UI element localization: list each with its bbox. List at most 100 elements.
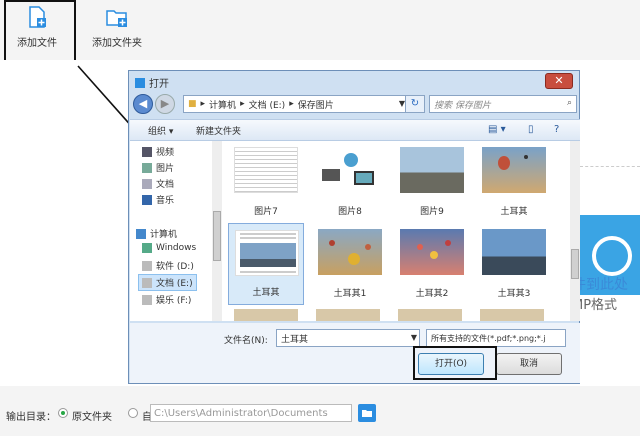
- nav-item-video[interactable]: 视频: [142, 145, 174, 158]
- nav-scrollbar[interactable]: [212, 141, 222, 321]
- eye-icon: [592, 236, 632, 276]
- help-icon[interactable]: ?: [554, 124, 559, 135]
- address-row: ◀ ▶ ■ ▸ 计算机 ▸ 文档 (E:) ▸ 保存图片 ▼ ↻ 搜索 保存图片…: [133, 93, 577, 115]
- nav-item-label: Windows: [156, 243, 197, 253]
- address-bar[interactable]: ■ ▸ 计算机 ▸ 文档 (E:) ▸ 保存图片: [183, 95, 421, 113]
- nav-item-windows[interactable]: Windows: [142, 243, 196, 253]
- nav-item-drive-f[interactable]: 娱乐 (F:): [142, 293, 191, 306]
- file-name: 图片7: [254, 207, 278, 217]
- music-icon: [142, 194, 152, 205]
- nav-item-label: 图片: [156, 164, 175, 174]
- file-item[interactable]: 图片7: [228, 141, 304, 223]
- drive-icon: [142, 277, 152, 288]
- file-grid-scrollbar[interactable]: [570, 141, 580, 321]
- file-name: 土耳其2: [415, 289, 449, 299]
- file-item[interactable]: 土耳其1: [312, 223, 388, 305]
- dropzone-hint: 件到此处: [572, 277, 628, 293]
- video-icon: [142, 146, 152, 157]
- nav-item-label: 音乐: [156, 196, 175, 206]
- nav-item-computer[interactable]: 计算机: [136, 227, 177, 240]
- windows-drive-icon: [142, 243, 152, 253]
- file-item[interactable]: 图片9: [394, 141, 470, 223]
- file-item[interactable]: 土耳其: [476, 141, 552, 223]
- folder-icon: [362, 410, 372, 417]
- nav-scrollbar-thumb[interactable]: [213, 211, 221, 261]
- file-thumbnail: [482, 229, 546, 275]
- filename-label: 文件名(N):: [224, 336, 268, 346]
- search-icon: ⌕: [566, 98, 572, 108]
- dialog-titlebar: 打开: [135, 75, 169, 90]
- drive-icon: [142, 260, 152, 271]
- filename-row: 文件名(N): 土耳其 ▼ 所有支持的文件(*.pdf;*.png;*.j 打开…: [130, 323, 580, 383]
- file-thumbnail: [318, 229, 382, 275]
- output-path-input[interactable]: [150, 404, 352, 422]
- breadcrumb-folder[interactable]: 保存图片: [298, 98, 334, 111]
- filetype-select[interactable]: 所有支持的文件(*.pdf;*.png;*.j: [426, 329, 566, 347]
- file-grid-scrollbar-thumb[interactable]: [571, 249, 579, 279]
- open-file-dialog: 打开 ✕ ◀ ▶ ■ ▸ 计算机 ▸ 文档 (E:) ▸ 保存图片 ▼ ↻ 搜索…: [128, 70, 580, 384]
- file-thumbnail: [318, 147, 382, 193]
- refresh-button[interactable]: ↻: [405, 95, 425, 113]
- filetype-value: 所有支持的文件(*.pdf;*.png;*.j: [431, 334, 546, 343]
- nav-item-label: 娱乐 (F:): [156, 296, 192, 306]
- dialog-content: 视频 图片 文档 音乐 计算机 Windows 软件 (D:) 文档 (E:) …: [130, 141, 580, 321]
- radio-source-folder[interactable]: [58, 408, 68, 418]
- preview-pane-icon[interactable]: ▯: [528, 124, 534, 135]
- view-options-icon[interactable]: ▤ ▾: [488, 124, 506, 135]
- add-folder-icon: [106, 10, 127, 27]
- nav-pane: 视频 图片 文档 音乐 计算机 Windows 软件 (D:) 文档 (E:) …: [130, 141, 222, 321]
- breadcrumb-computer[interactable]: 计算机: [209, 98, 236, 111]
- nav-item-label: 文档 (E:): [156, 279, 193, 289]
- organize-menu[interactable]: 组织 ▾: [148, 124, 173, 137]
- breadcrumb-drive[interactable]: 文档 (E:): [249, 98, 286, 111]
- file-name: 图片9: [420, 207, 444, 217]
- dialog-title: 打开: [149, 79, 169, 90]
- browse-folder-button[interactable]: [358, 404, 376, 422]
- app-icon: [135, 77, 145, 88]
- back-button[interactable]: ◀: [133, 94, 153, 114]
- file-grid: 图片7 图片8 图片9 土耳其 土耳其 土耳其1 土耳其2 土耳其3: [224, 141, 570, 321]
- file-item-selected[interactable]: 土耳其: [228, 223, 304, 305]
- output-bar: 输出目录： 原文件夹 自定义: [0, 386, 640, 436]
- command-bar: 组织 ▾ 新建文件夹 ▤ ▾ ▯ ?: [130, 119, 580, 141]
- annotation-box-add-file: [4, 0, 76, 68]
- nav-item-pictures[interactable]: 图片: [142, 161, 174, 174]
- nav-item-label: 计算机: [150, 230, 178, 240]
- file-item[interactable]: 土耳其2: [394, 223, 470, 305]
- new-folder-button[interactable]: 新建文件夹: [196, 124, 241, 137]
- toolbar: 添加文件 添加文件夹: [0, 0, 640, 60]
- file-item[interactable]: 土耳其3: [476, 223, 552, 305]
- radio-custom[interactable]: [128, 408, 138, 418]
- document-icon: [142, 178, 152, 189]
- nav-item-drive-d[interactable]: 软件 (D:): [142, 259, 194, 272]
- next-row-thumbnails: [234, 309, 554, 321]
- file-name: 土耳其: [500, 207, 528, 217]
- nav-item-drive-e[interactable]: 文档 (E:): [138, 274, 197, 291]
- file-thumbnail: [400, 147, 464, 193]
- nav-item-label: 软件 (D:): [156, 262, 194, 272]
- folder-small-icon: ■: [188, 99, 197, 109]
- search-input[interactable]: 搜索 保存图片 ⌕: [429, 95, 577, 113]
- nav-item-label: 文档: [156, 180, 175, 190]
- nav-item-label: 视频: [156, 148, 175, 158]
- file-name: 土耳其: [252, 288, 280, 298]
- file-name: 图片8: [338, 207, 362, 217]
- forward-button[interactable]: ▶: [155, 94, 175, 114]
- nav-item-music[interactable]: 音乐: [142, 193, 174, 206]
- filename-input[interactable]: 土耳其 ▼: [276, 329, 420, 347]
- add-folder-label: 添加文件夹: [92, 38, 142, 49]
- add-folder-button[interactable]: 添加文件夹: [82, 4, 152, 54]
- picture-icon: [142, 162, 152, 173]
- close-button[interactable]: ✕: [545, 73, 573, 89]
- file-item[interactable]: 图片8: [312, 141, 388, 223]
- breadcrumb-sep-icon: ▸: [200, 99, 206, 109]
- nav-item-documents[interactable]: 文档: [142, 177, 174, 190]
- radio-source-folder-label: 原文件夹: [72, 412, 112, 423]
- breadcrumb-sep-icon: ▸: [289, 99, 294, 109]
- filename-value: 土耳其: [281, 335, 309, 345]
- computer-icon: [136, 228, 146, 239]
- chevron-down-icon[interactable]: ▼: [411, 330, 417, 346]
- drive-icon: [142, 294, 152, 305]
- cancel-button[interactable]: 取消: [496, 353, 562, 375]
- search-placeholder: 搜索 保存图片: [434, 101, 491, 111]
